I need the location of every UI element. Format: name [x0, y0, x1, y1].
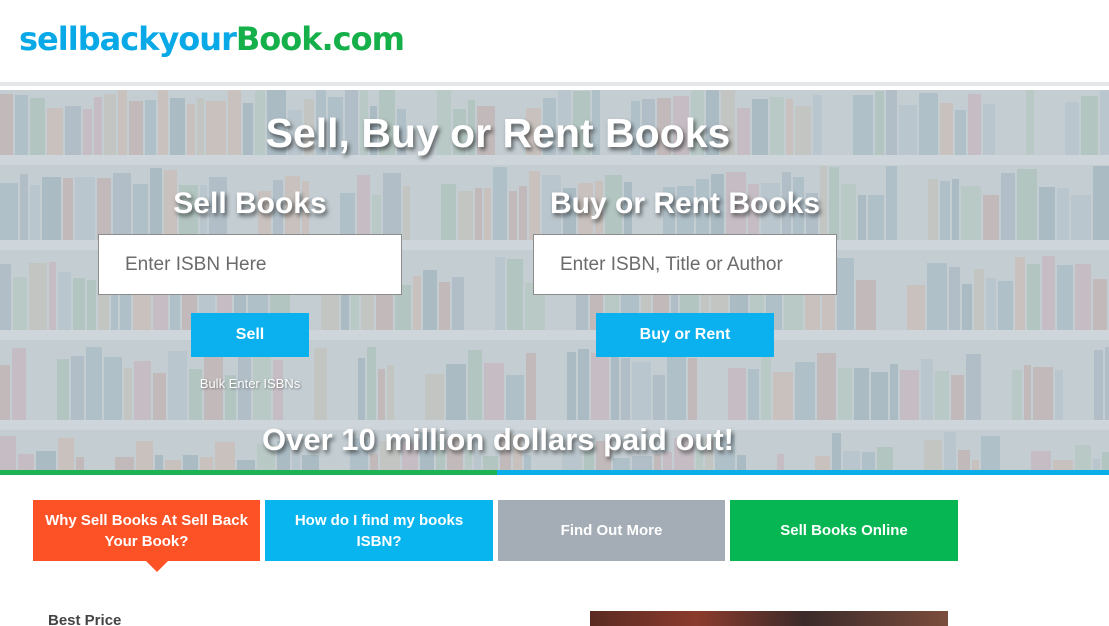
site-logo[interactable]: sellbackyourBook.com	[19, 20, 405, 58]
sell-isbn-input[interactable]	[98, 234, 402, 295]
hero-tagline: Over 10 million dollars paid out!	[262, 422, 734, 457]
tab-why-sell[interactable]: Why Sell Books At Sell Back Your Book?	[33, 500, 260, 561]
hero-bottom-stripe	[0, 470, 1109, 475]
active-tab-pointer	[146, 561, 168, 572]
tab-sell-books-online[interactable]: Sell Books Online	[730, 500, 958, 561]
buy-rent-heading: Buy or Rent Books	[549, 187, 821, 220]
buy-or-rent-button[interactable]: Buy or Rent	[596, 313, 774, 357]
best-price-heading: Best Price	[48, 612, 122, 626]
site-header: sellbackyourBook.com	[0, 0, 1109, 86]
logo-text-part2: Book.com	[235, 20, 405, 58]
logo-text-part1: sellbackyour	[19, 20, 237, 58]
buy-search-input[interactable]	[533, 234, 837, 295]
tab-find-isbn[interactable]: How do I find my books ISBN?	[265, 500, 493, 561]
tab-find-out-more[interactable]: Find Out More	[498, 500, 725, 561]
sell-books-heading: Sell Books	[173, 187, 327, 220]
sell-button[interactable]: Sell	[191, 313, 309, 357]
bulk-enter-isbns-link[interactable]: Bulk Enter ISBNs	[98, 376, 402, 391]
hero-title: Sell, Buy or Rent Books	[265, 110, 731, 156]
bookstore-photo	[590, 611, 948, 626]
